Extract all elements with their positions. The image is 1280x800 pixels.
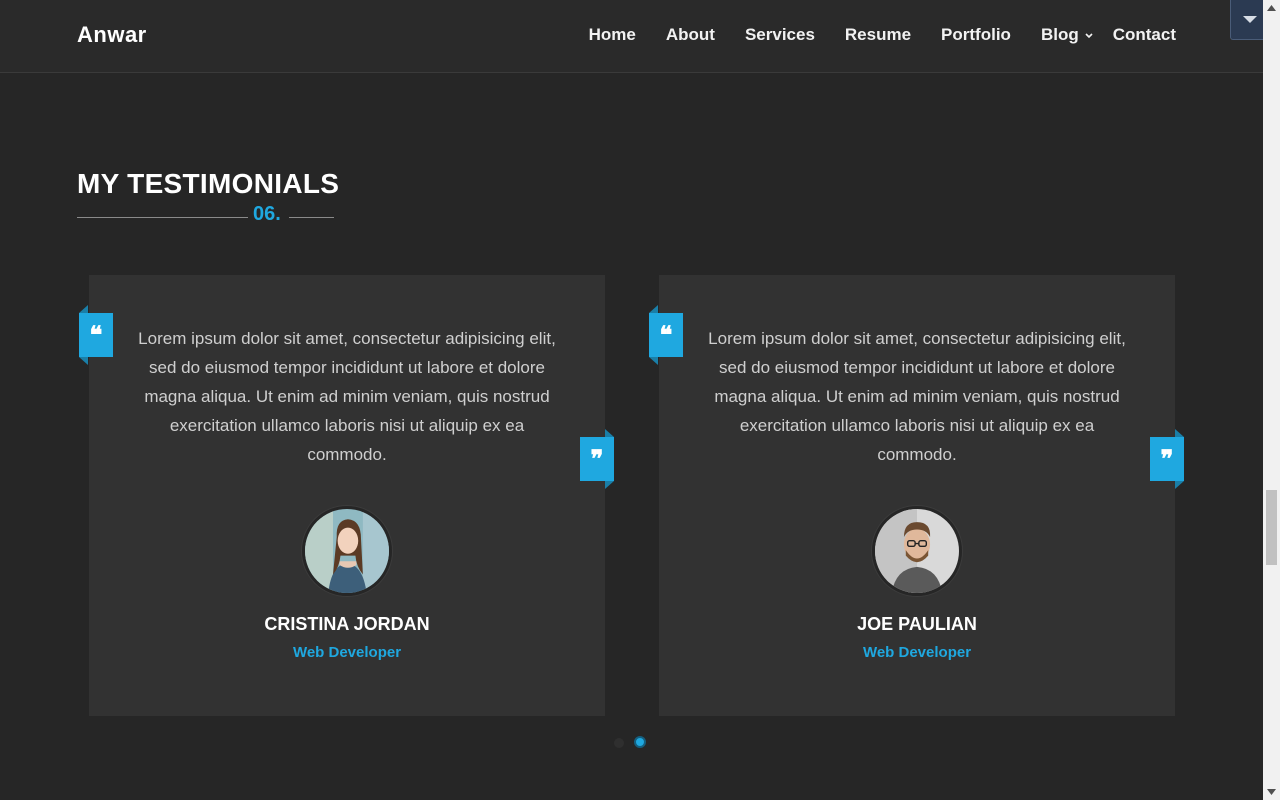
testimonial-text: Lorem ipsum dolor sit amet, consectetur … xyxy=(708,329,1126,464)
testimonial-role: Web Developer xyxy=(292,644,402,661)
badge-fold xyxy=(605,481,614,489)
avatar-photo-woman xyxy=(305,509,389,593)
badge-fold xyxy=(605,429,614,437)
badge-fold xyxy=(79,357,88,365)
section-number: 06. xyxy=(253,203,281,225)
open-quote-badge: ❝ xyxy=(79,305,114,365)
carousel-pagination xyxy=(614,736,656,748)
nav-services[interactable]: Services xyxy=(745,25,815,45)
testimonial-name: JOE PAULIAN xyxy=(857,614,977,634)
badge-fold xyxy=(1175,429,1184,437)
section-title: MY TESTIMONIALS xyxy=(77,168,340,199)
nav-about[interactable]: About xyxy=(666,25,715,45)
title-divider-left xyxy=(77,217,248,218)
scroll-up-arrow-icon[interactable] xyxy=(1267,5,1276,11)
close-quote-icon: ❞ xyxy=(1150,437,1184,481)
carousel-dot-1[interactable] xyxy=(614,737,624,748)
testimonial-card: ❝ Lorem ipsum dolor sit amet, consectetu… xyxy=(649,275,1184,716)
nav-home[interactable]: Home xyxy=(589,25,636,45)
page-scrollbar[interactable] xyxy=(1263,0,1280,800)
close-quote-icon: ❞ xyxy=(580,437,614,481)
badge-fold xyxy=(79,305,88,313)
testimonial-text: Lorem ipsum dolor sit amet, consectetur … xyxy=(138,329,556,464)
testimonial-card: ❝ Lorem ipsum dolor sit amet, consectetu… xyxy=(79,275,614,716)
caret-down-icon xyxy=(1243,15,1257,23)
scroll-down-arrow-icon[interactable] xyxy=(1267,789,1276,795)
nav-blog[interactable]: Blog xyxy=(1041,25,1095,45)
avatar-photo-man xyxy=(875,509,959,593)
main-nav: Home About Services Resume Portfolio Blo… xyxy=(589,25,1176,45)
badge-fold xyxy=(1175,481,1184,489)
brand-logo[interactable]: Anwar xyxy=(77,22,147,48)
avatar xyxy=(872,506,962,596)
chevron-down-icon xyxy=(1085,33,1093,39)
nav-blog-label: Blog xyxy=(1040,25,1079,44)
scrollbar-thumb[interactable] xyxy=(1266,490,1277,565)
title-divider-right xyxy=(289,217,334,218)
open-quote-icon: ❝ xyxy=(79,313,113,357)
badge-fold xyxy=(649,305,658,313)
testimonial-name: CRISTINA JORDAN xyxy=(264,614,430,634)
avatar xyxy=(302,506,392,596)
nav-portfolio[interactable]: Portfolio xyxy=(941,25,1011,45)
close-quote-badge: ❞ xyxy=(580,429,615,489)
open-quote-icon: ❝ xyxy=(649,313,683,357)
site-header: Anwar Home About Services Resume Portfol… xyxy=(0,0,1263,73)
open-quote-badge: ❝ xyxy=(649,305,684,365)
nav-contact[interactable]: Contact xyxy=(1113,25,1176,45)
badge-fold xyxy=(649,357,658,365)
close-quote-badge: ❞ xyxy=(1150,429,1185,489)
testimonial-role: Web Developer xyxy=(862,644,972,661)
nav-resume[interactable]: Resume xyxy=(845,25,911,45)
carousel-dot-2[interactable] xyxy=(634,736,646,748)
